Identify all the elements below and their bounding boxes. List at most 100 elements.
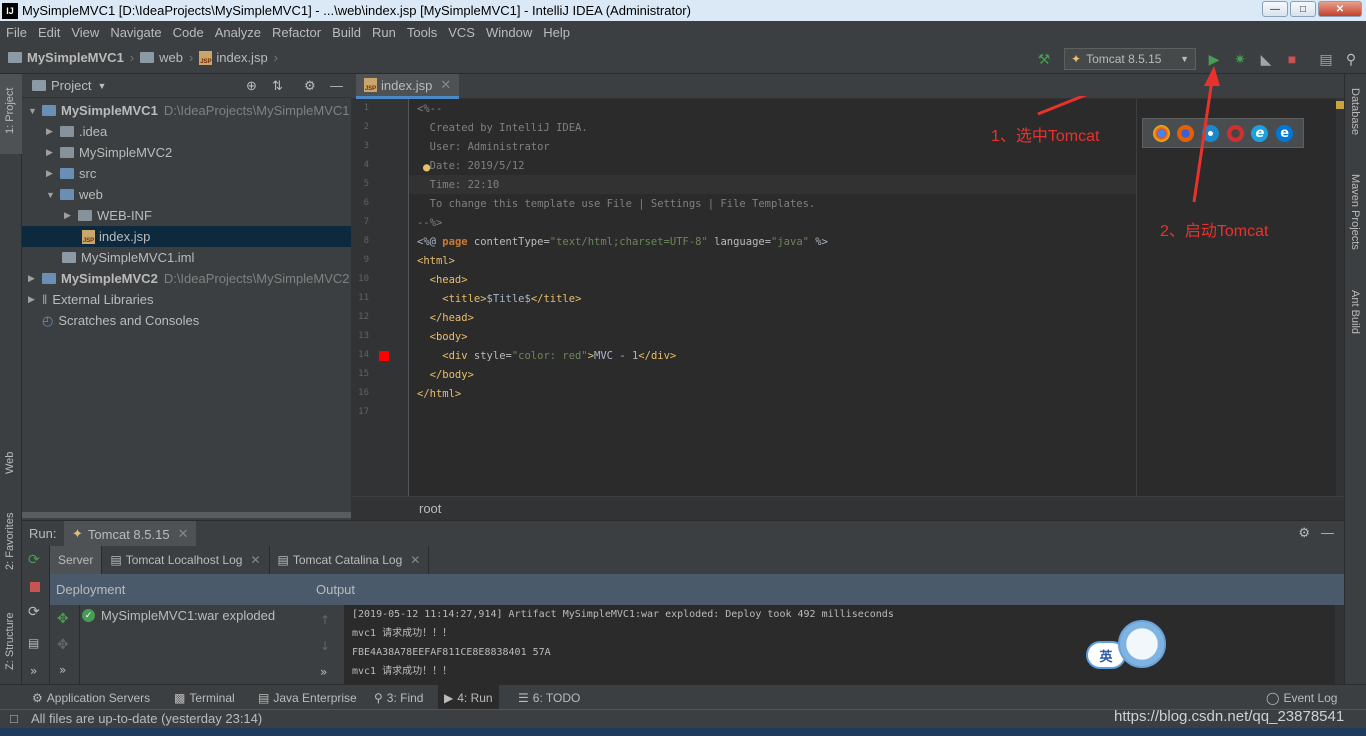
tool-find[interactable]: ⚲ 3: Find xyxy=(368,685,429,710)
gear-icon[interactable]: ⚙ xyxy=(1298,525,1310,541)
coverage-icon[interactable]: ◣ xyxy=(1258,51,1274,67)
debug-icon[interactable]: ✷ xyxy=(1232,51,1248,67)
menu-window[interactable]: Window xyxy=(480,25,537,40)
crumb-project[interactable]: MySimpleMVC1 xyxy=(27,50,124,65)
vertical-scrollbar[interactable] xyxy=(1336,99,1344,496)
collapsed-arrow-icon[interactable]: ▶ xyxy=(28,294,38,305)
menu-navigate[interactable]: Navigate xyxy=(104,25,166,40)
tree-item-web[interactable]: ▼ web xyxy=(46,184,103,205)
collapse-icon[interactable]: ⇅ xyxy=(272,78,283,94)
more-icon[interactable]: » xyxy=(320,665,327,679)
web-stripe-label[interactable]: Web xyxy=(4,452,16,474)
update-icon[interactable]: ⟳ xyxy=(28,604,40,620)
tool-terminal[interactable]: ▩ Terminal xyxy=(168,685,241,710)
edge-icon[interactable]: e xyxy=(1276,124,1294,142)
tree-item-external-libraries[interactable]: ▶ ‖ External Libraries xyxy=(28,289,154,310)
locate-icon[interactable]: ⊕ xyxy=(246,78,257,94)
close-tab-icon[interactable]: ✕ xyxy=(178,526,189,542)
gear-icon[interactable]: ⚙ xyxy=(304,78,316,94)
maven-stripe-label[interactable]: Maven Projects xyxy=(1349,174,1361,250)
status-toggle-icon[interactable]: □ xyxy=(10,711,18,726)
menu-build[interactable]: Build xyxy=(326,25,366,40)
internet-explorer-icon[interactable]: e xyxy=(1251,124,1269,142)
deploy-icon[interactable]: ✥ xyxy=(57,611,69,627)
structure-stripe-label[interactable]: Z: Structure xyxy=(4,613,16,670)
hide-icon[interactable]: — xyxy=(330,78,343,93)
crumb-file[interactable]: index.jsp xyxy=(216,50,267,65)
undeploy-icon[interactable]: ✥ xyxy=(57,637,69,653)
up-arrow-icon[interactable]: ↑ xyxy=(320,613,330,627)
expanded-arrow-icon[interactable]: ▼ xyxy=(28,106,38,116)
tab-localhost-log[interactable]: ▤ Tomcat Localhost Log ✕ xyxy=(102,546,270,574)
stop-icon[interactable] xyxy=(30,582,40,592)
collapsed-arrow-icon[interactable]: ▶ xyxy=(46,168,56,179)
layout-icon[interactable]: ▤ xyxy=(28,636,39,650)
collapsed-arrow-icon[interactable]: ▶ xyxy=(28,273,38,284)
tree-item-src[interactable]: ▶ src xyxy=(46,163,96,184)
editor-tab-index-jsp[interactable]: JSP index.jsp ✕ xyxy=(356,74,460,99)
database-stripe-label[interactable]: Database xyxy=(1349,88,1361,135)
tool-application-servers[interactable]: ⚙ Application Servers xyxy=(26,685,156,710)
maximize-button[interactable]: □ xyxy=(1290,1,1316,17)
menu-refactor[interactable]: Refactor xyxy=(266,25,326,40)
tool-event-log[interactable]: ◯ Event Log xyxy=(1260,685,1343,710)
tab-server[interactable]: Server xyxy=(50,546,103,574)
close-tab-icon[interactable]: ✕ xyxy=(410,553,420,567)
down-arrow-icon[interactable]: ↓ xyxy=(320,639,330,653)
hide-icon[interactable]: — xyxy=(1321,525,1334,540)
favorites-stripe-label[interactable]: 2: Favorites xyxy=(4,513,16,570)
tree-item-mysimplemvc2-module[interactable]: ▶ MySimpleMVC2 D:\IdeaProjects\MySimpleM… xyxy=(28,268,349,289)
menu-tools[interactable]: Tools xyxy=(401,25,442,40)
project-stripe-button[interactable]: 1: Project xyxy=(0,74,22,154)
tree-item-index-jsp[interactable]: JSP index.jsp xyxy=(22,226,351,247)
menu-run[interactable]: Run xyxy=(366,25,401,40)
chevron-down-icon[interactable]: ▼ xyxy=(97,81,106,91)
inspection-status-icon[interactable] xyxy=(1336,101,1344,109)
tool-todo[interactable]: ☰ 6: TODO xyxy=(512,685,586,710)
console-output[interactable]: [2019-05-12 11:14:27,914] Artifact MySim… xyxy=(345,605,1335,684)
hammer-icon[interactable]: ⚒ xyxy=(1036,51,1052,67)
minimize-button[interactable]: — xyxy=(1262,1,1288,17)
collapsed-arrow-icon[interactable]: ▶ xyxy=(46,126,56,137)
console-scrollbar[interactable] xyxy=(1335,605,1344,684)
expanded-arrow-icon[interactable]: ▼ xyxy=(46,190,56,200)
tree-item-iml[interactable]: MySimpleMVC1.iml xyxy=(62,247,194,268)
menu-edit[interactable]: Edit xyxy=(32,25,65,40)
menu-view[interactable]: View xyxy=(65,25,104,40)
intention-bulb-icon[interactable]: ● xyxy=(423,160,430,174)
run-configuration-select[interactable]: ✦ Tomcat 8.5.15 ▼ xyxy=(1064,48,1196,70)
collapsed-arrow-icon[interactable]: ▶ xyxy=(46,147,56,158)
qq-avatar-icon[interactable] xyxy=(1118,620,1166,668)
breakpoint-icon[interactable] xyxy=(379,351,389,361)
deployment-item[interactable]: ✓ MySimpleMVC1:war exploded xyxy=(82,608,275,623)
horizontal-scrollbar[interactable] xyxy=(22,512,351,518)
menu-vcs[interactable]: VCS xyxy=(442,25,480,40)
tree-item-idea[interactable]: ▶ .idea xyxy=(46,121,107,142)
menu-analyze[interactable]: Analyze xyxy=(209,25,266,40)
more-icon[interactable]: » xyxy=(59,663,66,677)
crumb-folder[interactable]: web xyxy=(159,50,183,65)
opera-icon[interactable] xyxy=(1226,124,1244,142)
tree-item-mysimplemvc2[interactable]: ▶ MySimpleMVC2 xyxy=(46,142,172,163)
stop-icon[interactable]: ■ xyxy=(1284,51,1300,67)
project-panel-title[interactable]: Project xyxy=(51,78,91,93)
close-tab-icon[interactable]: ✕ xyxy=(250,553,260,567)
close-button[interactable]: ✕ xyxy=(1318,1,1362,17)
close-tab-icon[interactable]: ✕ xyxy=(440,77,451,93)
ant-stripe-label[interactable]: Ant Build xyxy=(1349,290,1361,334)
run-icon[interactable]: ▶ xyxy=(1206,51,1222,67)
tool-run[interactable]: ▶ 4: Run xyxy=(438,685,499,710)
menu-file[interactable]: File xyxy=(0,25,32,40)
collapsed-arrow-icon[interactable]: ▶ xyxy=(64,210,74,221)
menu-help[interactable]: Help xyxy=(537,25,575,40)
menu-code[interactable]: Code xyxy=(167,25,209,40)
search-icon[interactable]: ⚲ xyxy=(1343,51,1359,67)
editor-breadcrumb-root[interactable]: root xyxy=(419,501,441,516)
rerun-icon[interactable]: ⟳ xyxy=(28,552,40,568)
tree-item-web-inf[interactable]: ▶ WEB-INF xyxy=(64,205,152,226)
tree-item-mysimplemvc1[interactable]: ▼ MySimpleMVC1 D:\IdeaProjects\MySimpleM… xyxy=(28,100,349,121)
run-config-tab[interactable]: ✦ Tomcat 8.5.15 ✕ xyxy=(64,521,197,547)
tool-java-enterprise[interactable]: ▤ Java Enterprise xyxy=(252,685,363,710)
tab-catalina-log[interactable]: ▤ Tomcat Catalina Log ✕ xyxy=(270,546,430,574)
project-structure-icon[interactable]: ▤ xyxy=(1318,51,1334,67)
